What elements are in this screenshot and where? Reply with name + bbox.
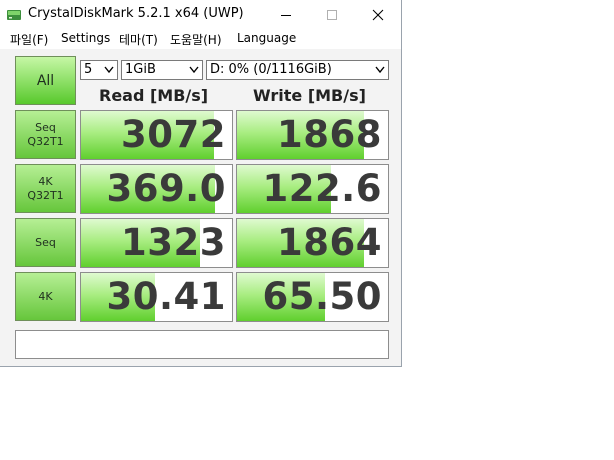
menu-theme[interactable]: 테마(T) (119, 31, 158, 48)
read-result-4k-q32t1: 369.0 (80, 164, 233, 214)
write-value: 65.50 (262, 275, 382, 318)
chevron-down-icon (189, 66, 199, 74)
minimize-icon (281, 15, 291, 16)
test-button-seq[interactable]: Seq (15, 218, 76, 267)
minimize-button[interactable] (263, 0, 309, 30)
read-result-seq: 1323 (80, 218, 233, 268)
write-result-4k: 65.50 (236, 272, 389, 322)
chevron-down-icon (375, 66, 385, 74)
close-button[interactable] (355, 0, 401, 30)
test-button-seq-q32t1[interactable]: Seq Q32T1 (15, 110, 76, 159)
title-bar[interactable]: CrystalDiskMark 5.2.1 x64 (UWP) (0, 0, 401, 30)
menu-bar: 파일(F) Settings 테마(T) 도움말(H) Language (0, 30, 401, 49)
run-all-button[interactable]: All (15, 56, 76, 105)
drive-value: D: 0% (0/1116GiB) (210, 62, 332, 77)
test-label-line2: Q32T1 (27, 134, 64, 148)
write-value: 122.6 (262, 167, 382, 210)
maximize-button[interactable] (309, 0, 355, 30)
chevron-down-icon (104, 66, 114, 74)
app-disk-icon (6, 7, 22, 23)
test-count-select[interactable]: 5 (80, 60, 118, 80)
test-label-line1: 4K (38, 174, 53, 188)
test-label-line1: Seq (35, 120, 56, 134)
drive-select[interactable]: D: 0% (0/1116GiB) (206, 60, 389, 80)
test-size-select[interactable]: 1GiB (121, 60, 203, 80)
test-label-line1: 4K (38, 289, 53, 303)
app-window: CrystalDiskMark 5.2.1 x64 (UWP) 파일(F) Se… (0, 0, 402, 367)
write-result-seq-q32t1: 1868 (236, 110, 389, 160)
test-size-value: 1GiB (125, 62, 156, 77)
test-button-4k[interactable]: 4K (15, 272, 76, 321)
read-value: 1323 (121, 221, 226, 264)
read-value: 369.0 (106, 167, 226, 210)
maximize-icon (327, 10, 337, 20)
test-button-4k-q32t1[interactable]: 4K Q32T1 (15, 164, 76, 213)
menu-settings[interactable]: Settings (61, 31, 110, 45)
read-value: 30.41 (106, 275, 226, 318)
write-column-header: Write [MB/s] (253, 86, 366, 105)
write-result-seq: 1864 (236, 218, 389, 268)
write-value: 1868 (277, 113, 382, 156)
read-result-seq-q32t1: 3072 (80, 110, 233, 160)
window-title: CrystalDiskMark 5.2.1 x64 (UWP) (28, 6, 244, 21)
read-column-header: Read [MB/s] (99, 86, 209, 105)
test-count-value: 5 (84, 62, 93, 77)
write-value: 1864 (277, 221, 382, 264)
menu-help[interactable]: 도움말(H) (170, 31, 222, 48)
read-result-4k: 30.41 (80, 272, 233, 322)
menu-language[interactable]: Language (237, 31, 296, 45)
comment-input[interactable] (15, 330, 389, 359)
menu-file[interactable]: 파일(F) (10, 31, 48, 48)
test-label-line1: Seq (35, 235, 56, 249)
close-icon (372, 9, 384, 21)
read-value: 3072 (121, 113, 226, 156)
write-result-4k-q32t1: 122.6 (236, 164, 389, 214)
test-label-line2: Q32T1 (27, 188, 64, 202)
